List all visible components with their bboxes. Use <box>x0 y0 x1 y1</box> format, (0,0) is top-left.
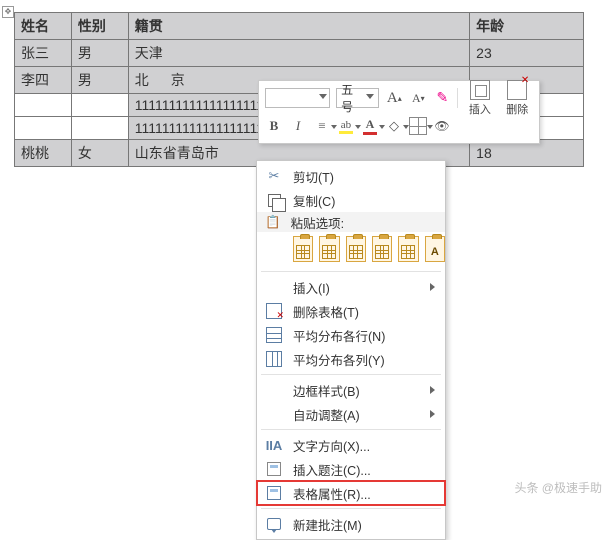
paste-option-text[interactable]: A <box>425 236 445 262</box>
ctx-border-style[interactable]: 边框样式(B) <box>257 378 445 402</box>
cell-age[interactable]: 23 <box>470 40 584 67</box>
delete-table-button[interactable]: 删除 <box>502 80 533 117</box>
highlight-yellow-icon <box>339 131 353 134</box>
chevron-down-icon <box>366 94 374 102</box>
ctx-paste-options: A <box>257 232 445 268</box>
separator <box>261 429 441 430</box>
ctx-insert-caption[interactable]: 插入题注(C)... <box>257 457 445 481</box>
highlight-button[interactable]: ab <box>337 116 355 136</box>
grid-icon <box>409 117 427 135</box>
insert-table-button[interactable]: 插入 <box>464 80 495 117</box>
separator <box>457 88 458 108</box>
ctx-delete-table[interactable]: 删除表格(T) <box>257 299 445 323</box>
align-button[interactable]: ≡ <box>313 116 331 136</box>
cell-name[interactable]: 张三 <box>15 40 72 67</box>
cell-name[interactable]: 桃桃 <box>15 140 72 167</box>
cell-home[interactable]: 天津 <box>128 40 469 67</box>
bold-button[interactable]: B <box>265 116 283 136</box>
cell-name[interactable] <box>15 117 72 140</box>
ctx-distribute-cols[interactable]: 平均分布各列(Y) <box>257 347 445 371</box>
col-header-name[interactable]: 姓名 <box>15 13 72 40</box>
blank-icon <box>265 381 283 399</box>
font-size-combo[interactable]: 五号 <box>336 88 379 108</box>
col-header-age[interactable]: 年龄 <box>470 13 584 40</box>
delete-table-icon <box>265 302 283 320</box>
ctx-paste-options-label: 📋 粘贴选项: <box>257 212 445 232</box>
paste-option-1[interactable] <box>293 236 313 262</box>
chevron-right-icon <box>430 386 435 394</box>
font-family-combo[interactable] <box>265 88 330 108</box>
cell-sex[interactable] <box>71 117 128 140</box>
delete-label: 删除 <box>506 101 528 117</box>
caption-icon <box>265 460 283 478</box>
insert-grid-icon <box>470 80 490 100</box>
format-painter-button[interactable]: ✎ <box>433 88 451 108</box>
table-header-row: 姓名 性别 籍贯 年龄 <box>15 13 584 40</box>
chevron-down-icon <box>319 94 327 102</box>
blank-icon <box>265 278 283 296</box>
view-button[interactable]: 👁 <box>433 116 451 136</box>
chevron-right-icon <box>430 283 435 291</box>
cell-name[interactable]: 李四 <box>15 67 72 94</box>
font-color-red-icon <box>363 132 377 135</box>
italic-button[interactable]: I <box>289 116 307 136</box>
borders-button[interactable] <box>409 116 427 136</box>
chevron-right-icon <box>430 410 435 418</box>
ctx-distribute-rows[interactable]: 平均分布各行(N) <box>257 323 445 347</box>
cell-sex[interactable]: 女 <box>71 140 128 167</box>
comment-icon <box>265 515 283 533</box>
copy-icon <box>265 191 283 209</box>
shrink-font-button[interactable]: A▾ <box>409 88 427 108</box>
cell-sex[interactable] <box>71 94 128 117</box>
insert-label: 插入 <box>469 101 491 117</box>
ctx-autofit[interactable]: 自动调整(A) <box>257 402 445 426</box>
grow-font-button[interactable]: A▴ <box>385 88 403 108</box>
font-size-value: 五号 <box>341 81 362 115</box>
scissors-icon: ✂ <box>265 167 283 185</box>
table-row[interactable]: 张三 男 天津 23 <box>15 40 584 67</box>
separator <box>261 508 441 509</box>
shading-button[interactable]: ◇ <box>385 116 403 136</box>
ctx-new-comment[interactable]: 新建批注(M) <box>257 512 445 536</box>
mini-toolbar: 五号 A▴ A▾ ✎ 插入 删除 B I ≡ ab A ◇ 👁 <box>258 80 540 144</box>
ctx-insert[interactable]: 插入(I) <box>257 275 445 299</box>
watermark: 头条 @极速手助 <box>514 479 602 496</box>
delete-grid-icon <box>507 80 527 100</box>
cell-name[interactable] <box>15 94 72 117</box>
paste-option-2[interactable] <box>319 236 339 262</box>
separator <box>261 271 441 272</box>
context-menu: ✂ 剪切(T) 复制(C) 📋 粘贴选项: A 插入(I) 删除表格(T) 平均… <box>256 160 446 540</box>
font-color-button[interactable]: A <box>361 116 379 136</box>
separator <box>261 374 441 375</box>
paste-option-5[interactable] <box>398 236 418 262</box>
table-move-handle[interactable]: ✥ <box>2 6 14 18</box>
blank-icon <box>265 405 283 423</box>
text-direction-icon: IIA <box>265 436 283 454</box>
paste-option-4[interactable] <box>372 236 392 262</box>
ctx-text-direction[interactable]: IIA 文字方向(X)... <box>257 433 445 457</box>
col-header-home[interactable]: 籍贯 <box>128 13 469 40</box>
ctx-copy[interactable]: 复制(C) <box>257 188 445 212</box>
paste-option-3[interactable] <box>346 236 366 262</box>
col-header-sex[interactable]: 性别 <box>71 13 128 40</box>
cell-sex[interactable]: 男 <box>71 40 128 67</box>
paste-icon: 📋 <box>265 215 281 230</box>
table-properties-icon <box>265 484 283 502</box>
distribute-cols-icon <box>265 350 283 368</box>
ctx-table-properties[interactable]: 表格属性(R)... <box>257 481 445 505</box>
distribute-rows-icon <box>265 326 283 344</box>
cell-sex[interactable]: 男 <box>71 67 128 94</box>
ctx-cut[interactable]: ✂ 剪切(T) <box>257 164 445 188</box>
